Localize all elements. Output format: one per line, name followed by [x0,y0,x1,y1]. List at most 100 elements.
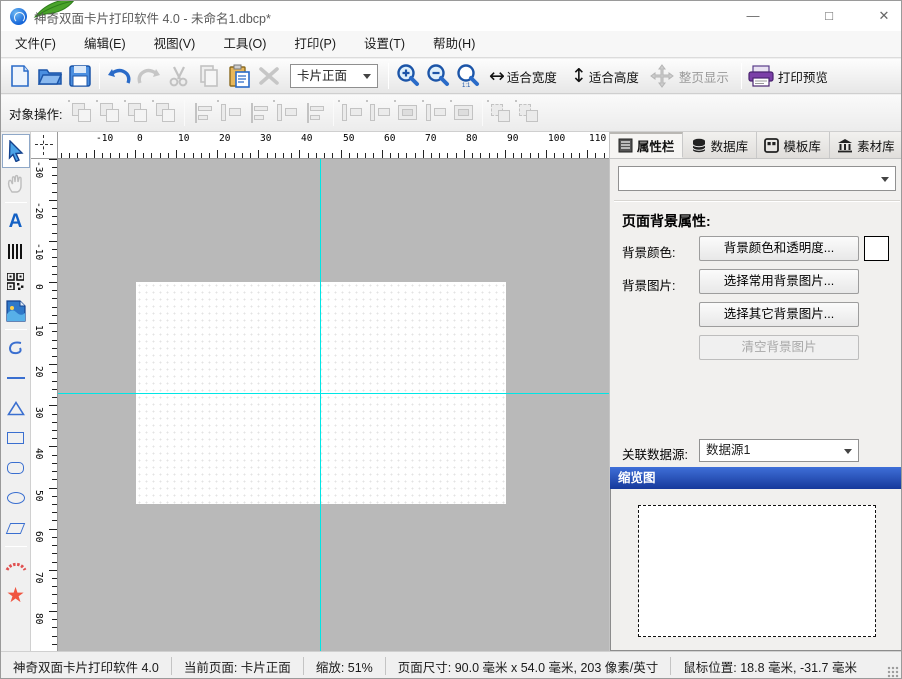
ruler-tick [234,153,235,158]
bg-color-button[interactable]: 背景颜色和透明度... [699,236,859,261]
ellipse-tool[interactable] [2,484,30,512]
select-tool[interactable] [2,134,30,168]
rounded-rectangle-tool[interactable] [2,454,30,482]
select-other-bg-button[interactable]: 选择其它背景图片... [699,302,859,327]
parallelogram-tool[interactable] [2,514,30,542]
tab-materials[interactable]: 素材库 [830,132,902,158]
ruler-tick [365,153,366,158]
ruler-tick [49,529,57,530]
ruler-tick [52,562,57,563]
template-icon [764,138,779,153]
fit-height-icon[interactable]: ↕ [571,67,587,86]
rectangle-tool[interactable] [2,424,30,452]
menu-file[interactable]: 文件(F) [1,31,70,58]
fit-width-label[interactable]: 适合宽度 [507,67,557,86]
barcode-tool[interactable] [2,237,30,265]
redo-icon [134,62,164,90]
ruler-label: 30 [33,407,44,418]
palette-separator [5,329,27,330]
vertical-guide-line[interactable] [320,159,321,651]
new-document-icon[interactable] [5,62,35,90]
ruler-label: 0 [137,133,143,144]
status-page-size: 页面尺寸: 90.0 毫米 x 54.0 毫米, 203 像素/英寸 [386,657,671,676]
ruler-tick [176,150,177,158]
menu-print[interactable]: 打印(P) [280,31,350,58]
text-tool[interactable]: A [2,207,30,235]
ruler-tick [225,153,226,158]
ruler-tick [530,153,531,158]
thumbnail-panel [610,489,902,651]
ruler-tick [52,496,57,497]
ruler-tick [184,153,185,158]
ruler-tick [52,192,57,193]
svg-text:1:1: 1:1 [462,83,471,89]
ruler-tick [52,504,57,505]
tool-palette: A ★ [1,132,31,651]
tab-database[interactable]: 数据库 [683,132,756,158]
datasource-label: 关联数据源: [622,444,688,463]
save-icon[interactable] [65,62,95,90]
ruler-tick [52,257,57,258]
align-left-icon [189,100,217,126]
paste-icon[interactable] [224,62,254,90]
fit-width-icon[interactable]: ↔ [489,67,505,86]
maximize-button[interactable]: □ [812,1,846,31]
tab-templates[interactable]: 模板库 [757,132,830,158]
ruler-tick [52,430,57,431]
select-common-bg-button[interactable]: 选择常用背景图片... [699,269,859,294]
print-preview-icon[interactable] [746,62,776,90]
design-canvas[interactable] [58,159,609,651]
bring-to-front-icon [68,100,96,126]
zoom-out-icon[interactable] [423,62,453,90]
object-selector-combo[interactable] [618,166,896,191]
triangle-tool[interactable] [2,394,30,422]
ruler-label: 40 [301,133,312,144]
minimize-button[interactable]: — [736,1,770,31]
page-selector-value: 卡片正面 [297,69,347,83]
curve-tool[interactable] [2,334,30,362]
ruler-tick [291,153,292,158]
ruler-label: -10 [96,133,113,144]
menu-tools[interactable]: 工具(O) [209,31,280,58]
page-selector[interactable]: 卡片正面 [290,64,378,88]
resize-grip[interactable] [887,666,899,678]
ruler-tick [52,298,57,299]
menu-help[interactable]: 帮助(H) [419,31,489,58]
menu-view[interactable]: 视图(V) [140,31,210,58]
ruler-tick [49,241,57,242]
star-tool[interactable]: ★ [2,581,30,609]
close-button[interactable]: ✕ [867,1,901,31]
ruler-label: -20 [33,202,44,219]
line-tool[interactable] [2,364,30,392]
menu-settings[interactable]: 设置(T) [350,31,419,58]
stamp-tool[interactable] [2,551,30,579]
print-preview-label[interactable]: 打印预览 [778,67,828,86]
ruler-tick [49,405,57,406]
horizontal-guide-line[interactable] [58,393,609,394]
chevron-down-icon [881,177,889,182]
datasource-combo[interactable]: 数据源1 [699,439,859,462]
status-bar: 神奇双面卡片打印软件 4.0 当前页面: 卡片正面 缩放: 51% 页面尺寸: … [1,651,901,679]
align-top-icon [338,100,366,126]
open-file-icon[interactable] [35,62,65,90]
bg-color-swatch[interactable] [864,236,889,261]
fit-height-label[interactable]: 适合高度 [589,67,639,86]
qrcode-tool[interactable] [2,267,30,295]
zoom-actual-icon[interactable]: 1:1 [453,62,483,90]
ruler-tick [447,153,448,158]
ruler-label: 40 [33,448,44,459]
thumbnail-preview[interactable] [638,505,876,637]
menu-edit[interactable]: 编辑(E) [70,31,140,58]
ruler-tick [283,153,284,158]
zoom-in-icon[interactable] [393,62,423,90]
ruler-label: 10 [178,133,189,144]
undo-icon[interactable] [104,62,134,90]
tab-properties[interactable]: 属性栏 [610,132,683,158]
image-tool[interactable] [2,297,30,325]
ruler-tick [201,153,202,158]
panel-divider [614,200,900,202]
ruler-tick [52,249,57,250]
send-backward-icon [152,100,180,126]
ruler-tick [341,150,342,158]
ruler-tick [52,208,57,209]
